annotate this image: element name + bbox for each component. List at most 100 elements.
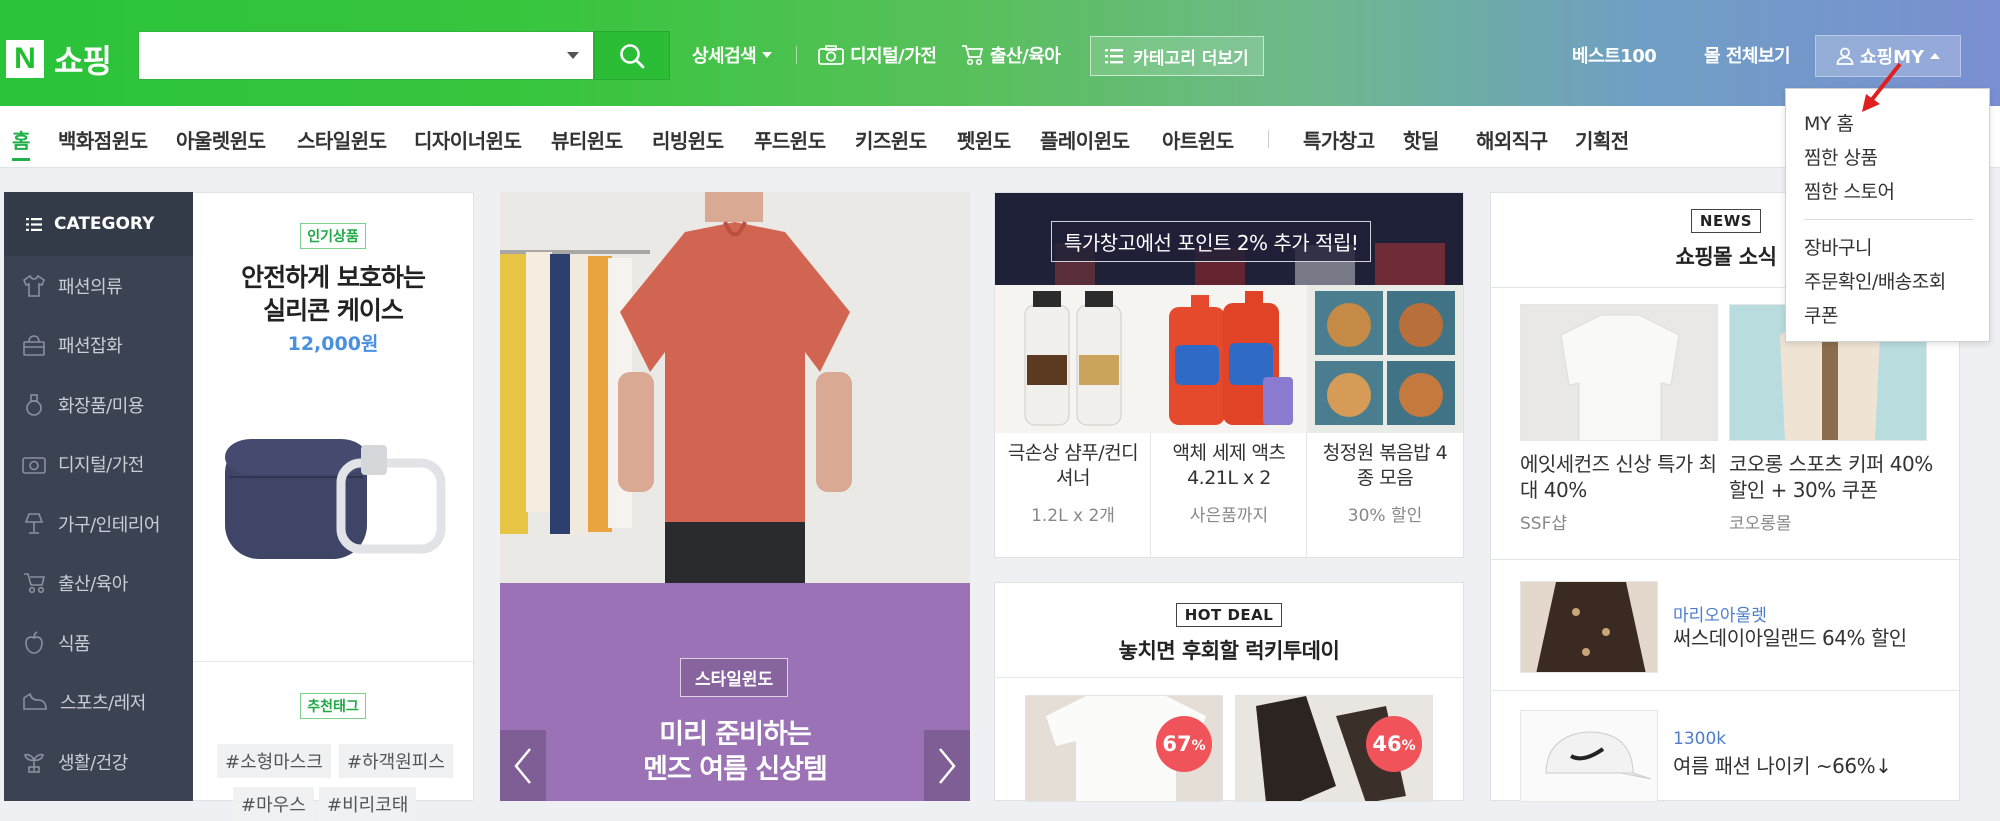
banner-prev-button[interactable] — [500, 730, 546, 801]
news-row-image[interactable] — [1520, 581, 1658, 673]
nav-play[interactable]: 플레이윈도 — [1040, 125, 1130, 154]
discount-value: 67 — [1162, 732, 1192, 756]
baby-link[interactable]: 출산/육아 — [960, 42, 1061, 68]
hot-deal-item[interactable]: 46% — [1235, 695, 1433, 802]
nav-special-warehouse[interactable]: 특가창고 — [1303, 125, 1375, 154]
news-card-text[interactable]: 코오롱 스포츠 키퍼 40% 할인 + 30% 쿠폰 — [1729, 451, 1939, 503]
detergent-image — [1151, 285, 1307, 433]
divider — [995, 677, 1463, 678]
hashtag[interactable]: #소형마스크 — [217, 744, 331, 778]
category-item-food[interactable]: 식품 — [4, 613, 193, 673]
nav-outlet[interactable]: 아울렛윈도 — [176, 125, 266, 154]
percent-sign: % — [1401, 738, 1416, 754]
popular-tag: 인기상품 — [300, 223, 366, 249]
category-item-sports[interactable]: 스포츠/레저 — [4, 673, 193, 733]
news-row-image[interactable] — [1520, 710, 1658, 802]
chevron-right-icon — [939, 747, 956, 784]
digital-link[interactable]: 디지털/가전 — [818, 42, 937, 68]
news-card-source: 코오롱몰 — [1729, 514, 1792, 534]
nav-living[interactable]: 리빙윈도 — [652, 125, 724, 154]
hashtag[interactable]: #비리코태 — [319, 787, 417, 821]
special-warehouse-card: 특가창고에선 포인트 2% 추가 적립! 극손상 샴푸/컨디셔너 1.2L x … — [994, 192, 1464, 558]
shirt-icon — [23, 274, 45, 297]
special-item-sub: 1.2L x 2개 — [1031, 506, 1115, 526]
banner-photo — [500, 192, 970, 583]
divider — [193, 661, 473, 662]
news-row-brand[interactable]: 1300k — [1673, 729, 1726, 749]
banner-title: 미리 준비하는 멘즈 여름 신상템 2020.05.25 ~ 2020.05.3… — [500, 717, 970, 801]
my-menu-item-my-home[interactable]: MY 홈 — [1804, 109, 1854, 136]
news-card-source: SSF샵 — [1520, 514, 1568, 534]
search-input[interactable] — [139, 32, 539, 79]
annotation-arrow-icon — [1862, 62, 1902, 112]
nav-home[interactable]: 홈 — [12, 125, 30, 161]
hashtag[interactable]: #마우스 — [233, 787, 314, 821]
fried-rice-image — [1307, 285, 1463, 433]
special-item[interactable]: 액체 세제 액츠 4.21L x 2 사은품까지 — [1151, 285, 1307, 558]
nav-style[interactable]: 스타일윈도 — [297, 125, 387, 154]
my-menu-item-liked-products[interactable]: 찜한 상품 — [1804, 143, 1878, 170]
category-sidebar: CATEGORY 패션의류 패션잡화 화장품/미용 디지털/가전 가구/인테리어… — [4, 192, 193, 801]
special-item[interactable]: 청정원 볶음밥 4종 모음 30% 할인 — [1307, 285, 1463, 558]
category-item-digital[interactable]: 디지털/가전 — [4, 435, 193, 495]
category-item-label: 생활/건강 — [58, 752, 128, 774]
nav-department[interactable]: 백화점윈도 — [58, 125, 148, 154]
my-menu-item-cart[interactable]: 장바구니 — [1804, 233, 1872, 260]
popular-product-card[interactable]: 인기상품 안전하게 보호하는 실리콘 케이스 12,000원 추천태그 #소형마… — [193, 192, 474, 821]
shopping-logo-text: 쇼핑 — [54, 42, 112, 80]
banner-next-button[interactable] — [924, 730, 970, 801]
category-item-baby[interactable]: 출산/육아 — [4, 554, 193, 614]
nav-art[interactable]: 아트윈도 — [1162, 125, 1234, 154]
category-more-button[interactable]: 카테고리 더보기 — [1090, 36, 1264, 76]
special-item-sub: 사은품까지 — [1189, 506, 1269, 526]
nav-hotdeal[interactable]: 핫딜 — [1403, 125, 1439, 154]
best100-label: 베스트100 — [1572, 46, 1657, 67]
naver-shopping-logo[interactable]: N 쇼핑 — [6, 36, 112, 82]
lamp-icon — [24, 512, 44, 534]
search-icon — [620, 43, 645, 68]
nav-overseas[interactable]: 해외직구 — [1476, 125, 1548, 154]
autocomplete-toggle-icon[interactable] — [567, 52, 579, 59]
special-item-name: 극손상 샴푸/컨디셔너 — [1007, 442, 1139, 489]
nike-cap-image — [1521, 711, 1657, 801]
floral-skirt-image — [1521, 582, 1657, 672]
divider — [1804, 219, 1974, 220]
style-window-banner[interactable]: 스타일윈도 미리 준비하는 멘즈 여름 신상템 2020.05.25 ~ 202… — [500, 192, 970, 801]
special-promo-banner[interactable]: 특가창고에선 포인트 2% 추가 적립! — [995, 193, 1463, 285]
news-card-text[interactable]: 에잇세컨즈 신상 특가 최대 40% — [1520, 451, 1725, 503]
nav-designer[interactable]: 디자이너윈도 — [414, 125, 522, 154]
news-card-image[interactable] — [1520, 304, 1718, 441]
nav-exhibition[interactable]: 기획전 — [1575, 125, 1629, 154]
hashtag[interactable]: #하객원피스 — [339, 744, 453, 778]
category-header[interactable]: CATEGORY — [4, 192, 193, 256]
nav-pet[interactable]: 펫윈도 — [957, 125, 1011, 154]
category-item-cosmetics[interactable]: 화장품/미용 — [4, 375, 193, 435]
my-menu-item-orders[interactable]: 주문확인/배송조회 — [1804, 267, 1946, 294]
news-row-text[interactable]: 여름 패션 나이키 ~66%↓ — [1673, 753, 1892, 779]
category-item-fashion-accessories[interactable]: 패션잡화 — [4, 316, 193, 376]
news-tag: NEWS — [1690, 209, 1762, 233]
best100-link[interactable]: 베스트100 — [1572, 42, 1657, 68]
news-row-text[interactable]: 써스데이아일랜드 64% 할인 — [1673, 625, 1907, 651]
mall-all-link[interactable]: 몰 전체보기 — [1704, 42, 1791, 68]
nav-beauty[interactable]: 뷰티윈도 — [551, 125, 623, 154]
category-item-label: 가구/인테리어 — [58, 514, 160, 536]
discount-value: 46 — [1372, 732, 1402, 756]
banner-tag: 스타일윈도 — [680, 658, 789, 697]
category-item-fashion-clothing[interactable]: 패션의류 — [4, 256, 193, 316]
special-item[interactable]: 극손상 샴푸/컨디셔너 1.2L x 2개 — [995, 285, 1151, 558]
stroller-icon — [24, 573, 46, 594]
nav-food[interactable]: 푸드윈도 — [754, 125, 826, 154]
hot-deal-item[interactable]: 67% — [1025, 695, 1223, 802]
my-menu-item-coupons[interactable]: 쿠폰 — [1804, 301, 1838, 328]
banner-date: 2020.05.25 ~ 2020.05.31 — [500, 791, 970, 801]
special-item-name: 청정원 볶음밥 4종 모음 — [1322, 442, 1448, 489]
my-menu-item-liked-stores[interactable]: 찜한 스토어 — [1804, 177, 1895, 204]
category-item-furniture[interactable]: 가구/인테리어 — [4, 494, 193, 554]
news-row-brand[interactable]: 마리오아울렛 — [1673, 601, 1767, 626]
nav-kids[interactable]: 키즈윈도 — [855, 125, 927, 154]
category-item-label: 식품 — [58, 633, 91, 655]
detail-search-button[interactable]: 상세검색 — [692, 42, 773, 68]
search-button[interactable] — [594, 31, 670, 80]
category-item-living-health[interactable]: 생활/건강 — [4, 732, 193, 792]
